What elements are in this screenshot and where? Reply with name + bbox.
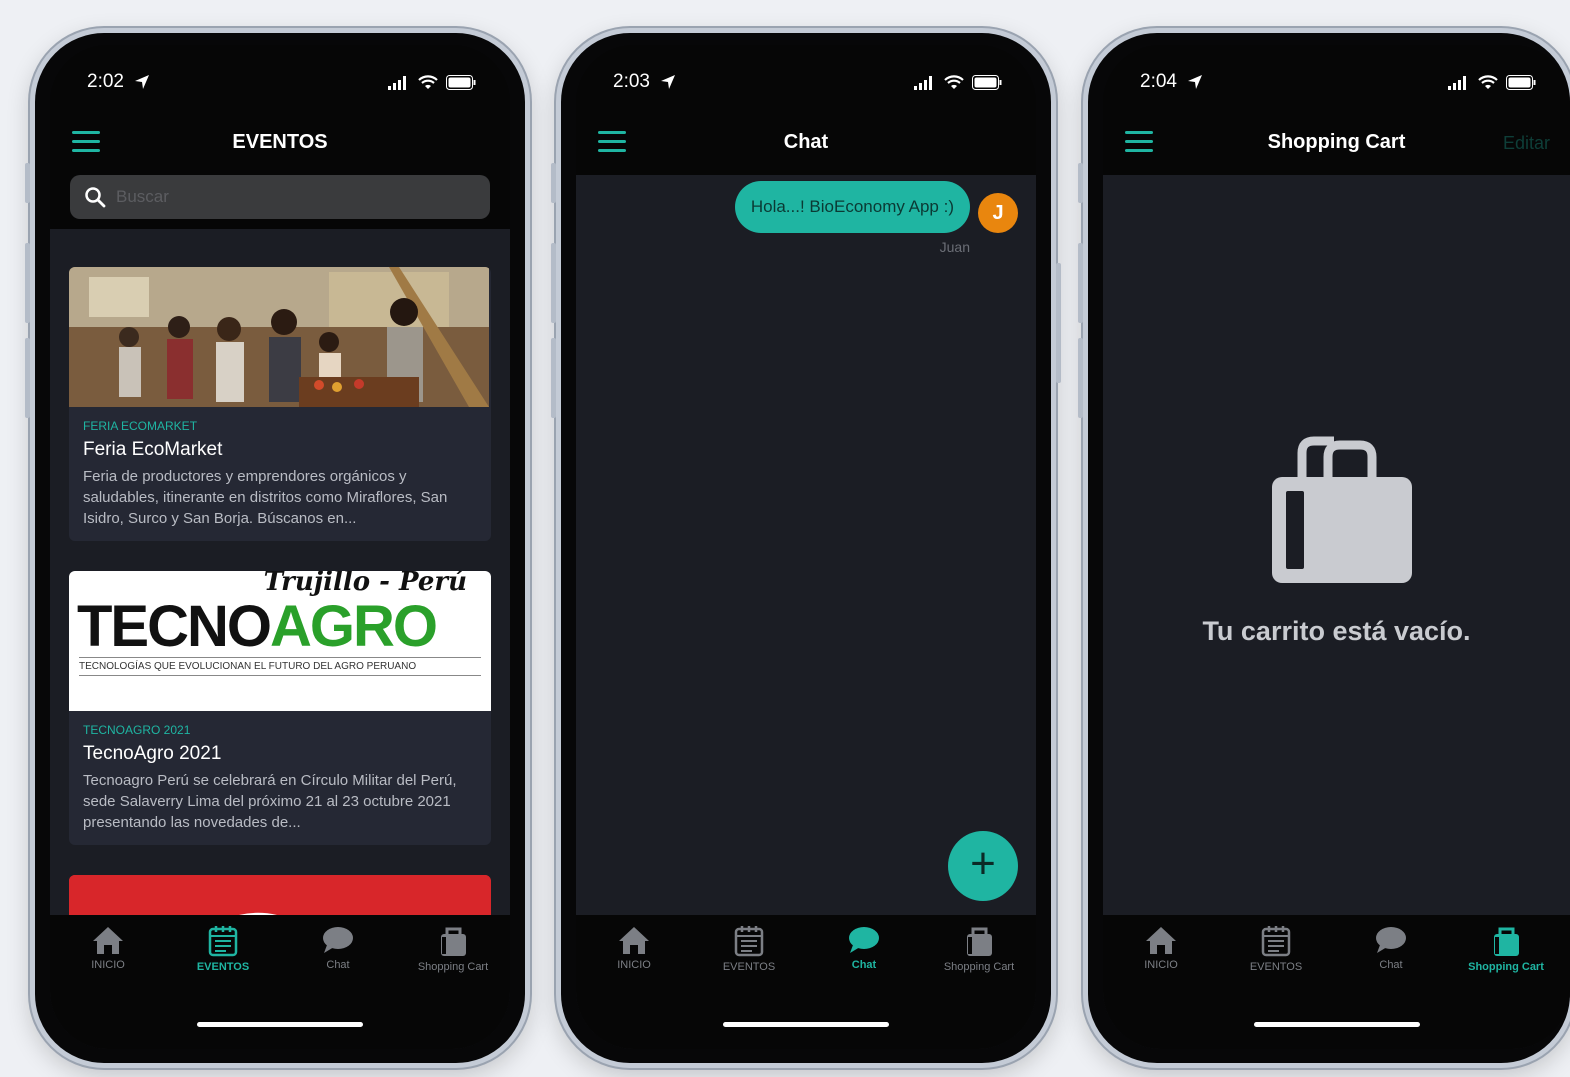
volume-down-button xyxy=(25,338,30,418)
tab-chat[interactable]: Chat xyxy=(1333,925,1449,971)
battery-icon xyxy=(1506,75,1536,90)
battery-icon xyxy=(446,75,476,90)
tab-bar: INICIO EVENTOS Chat Shopping Cart xyxy=(576,915,1036,1049)
status-bar: 2:04 xyxy=(1103,71,1570,99)
tab-inicio[interactable]: INICIO xyxy=(50,925,166,971)
avatar[interactable]: J xyxy=(978,193,1018,233)
event-description: Feria de productores y emprendores orgán… xyxy=(83,468,448,527)
screen: 2:04 Shopping Cart Editar Tu carrito est… xyxy=(1103,45,1570,1049)
signal-icon xyxy=(914,75,932,90)
nav-header: Chat xyxy=(576,117,1036,169)
home-indicator[interactable] xyxy=(197,1022,363,1027)
message-bubble[interactable]: Hola...! BioEconomy App :) xyxy=(734,181,970,233)
tab-eventos[interactable]: EVENTOS xyxy=(691,925,807,973)
signal-icon xyxy=(388,75,406,90)
status-time: 2:02 xyxy=(87,71,124,92)
home-icon xyxy=(1146,927,1176,954)
battery-icon xyxy=(972,75,1002,90)
page-title: Chat xyxy=(783,131,829,153)
event-card[interactable]: Trujillo - Perú TECNOAGRO TECNOLOGÍAS QU… xyxy=(69,571,491,845)
volume-up-button xyxy=(1078,243,1083,323)
chat-bubble-icon xyxy=(849,927,879,953)
mute-switch xyxy=(1078,163,1083,203)
tecnoagro-logo: Trujillo - Perú TECNOAGRO TECNOLOGÍAS QU… xyxy=(69,571,491,711)
location-arrow-icon xyxy=(661,75,675,89)
chat-bubble-icon xyxy=(323,927,353,953)
tab-eventos[interactable]: EVENTOS xyxy=(165,925,281,973)
volume-down-button xyxy=(1078,338,1083,418)
search-icon xyxy=(85,187,106,208)
mute-switch xyxy=(25,163,30,203)
event-photo-logo xyxy=(69,875,491,915)
tab-bar: INICIO EVENTOS Chat Shopping Cart xyxy=(1103,915,1570,1049)
events-list[interactable]: FERIA ECOMARKET Feria EcoMarket Feria de… xyxy=(50,229,510,915)
status-time: 2:04 xyxy=(1140,71,1177,92)
mute-switch xyxy=(551,163,556,203)
event-tag: FERIA ECOMARKET xyxy=(83,419,198,433)
volume-up-button xyxy=(551,243,556,323)
chat-content: Hola...! BioEconomy App :) J Juan + INIC… xyxy=(576,175,1036,1049)
event-photo-market xyxy=(69,267,491,407)
tab-bar: INICIO EVENTOS Chat Shopping Cart xyxy=(50,915,510,1049)
wifi-icon xyxy=(418,75,438,89)
volume-up-button xyxy=(25,243,30,323)
message-sender: Juan xyxy=(939,239,970,255)
event-card[interactable] xyxy=(69,875,491,915)
tab-eventos[interactable]: EVENTOS xyxy=(1218,925,1334,973)
phone-eventos: 2:02 EVENTOS Buscar FERIA ECOMARKET Feri… xyxy=(25,28,530,1068)
home-icon xyxy=(619,927,649,954)
calendar-icon xyxy=(1261,926,1291,957)
location-arrow-icon xyxy=(135,75,149,89)
edit-button[interactable]: Editar xyxy=(1503,133,1550,154)
power-button xyxy=(1056,263,1061,383)
volume-down-button xyxy=(551,338,556,418)
tab-shopping-cart[interactable]: Shopping Cart xyxy=(395,925,510,973)
search-input[interactable] xyxy=(116,183,480,211)
shopping-bag-icon xyxy=(967,927,992,956)
search-bar[interactable] xyxy=(70,175,490,219)
home-icon xyxy=(93,927,123,954)
tab-inicio[interactable]: INICIO xyxy=(576,925,692,971)
calendar-icon xyxy=(734,926,764,957)
location-arrow-icon xyxy=(1188,75,1202,89)
shopping-bag-icon xyxy=(1494,927,1519,956)
wifi-icon xyxy=(1478,75,1498,89)
phone-shopping-cart: 2:04 Shopping Cart Editar Tu carrito est… xyxy=(1078,28,1570,1068)
tab-shopping-cart[interactable]: Shopping Cart xyxy=(1448,925,1564,973)
new-message-button[interactable]: + xyxy=(948,831,1018,901)
tab-inicio[interactable]: INICIO xyxy=(1103,925,1219,971)
tab-chat[interactable]: Chat xyxy=(280,925,396,971)
calendar-icon xyxy=(208,926,238,957)
signal-icon xyxy=(1448,75,1466,90)
home-indicator[interactable] xyxy=(1253,1022,1420,1027)
events-content: FERIA ECOMARKET Feria EcoMarket Feria de… xyxy=(50,229,510,1049)
event-title: Feria EcoMarket xyxy=(83,439,223,460)
screen: 2:02 EVENTOS Buscar FERIA ECOMARKET Feri… xyxy=(50,45,510,1049)
nav-header: EVENTOS xyxy=(50,117,510,169)
status-time: 2:03 xyxy=(613,71,650,92)
wifi-icon xyxy=(944,75,964,89)
chat-bubble-icon xyxy=(1376,927,1406,953)
home-indicator[interactable] xyxy=(723,1022,889,1027)
status-bar: 2:03 xyxy=(576,71,1036,99)
tab-chat[interactable]: Chat xyxy=(806,925,922,971)
tab-shopping-cart[interactable]: Shopping Cart xyxy=(921,925,1036,973)
cart-content: Tu carrito está vacío. INICIO EVENTOS Ch… xyxy=(1103,175,1570,1049)
event-title: TecnoAgro 2021 xyxy=(83,743,222,764)
phone-chat: 2:03 Chat Hola...! BioEconomy App :) J J… xyxy=(551,28,1061,1068)
empty-cart-message: Tu carrito está vacío. xyxy=(1202,616,1471,646)
nav-header: Shopping Cart Editar xyxy=(1103,117,1570,169)
event-tag: TECNOAGRO 2021 xyxy=(83,723,191,737)
shopping-bag-icon xyxy=(441,927,466,956)
status-bar: 2:02 xyxy=(50,71,510,99)
empty-cart-state: Tu carrito está vacío. xyxy=(1103,435,1570,647)
event-card[interactable]: FERIA ECOMARKET Feria EcoMarket Feria de… xyxy=(69,267,491,541)
page-title: Shopping Cart xyxy=(1267,131,1406,153)
page-title: EVENTOS xyxy=(232,131,328,153)
event-description: Tecnoagro Perú se celebrará en Círculo M… xyxy=(83,772,457,831)
shopping-bag-icon xyxy=(1271,436,1412,583)
screen: 2:03 Chat Hola...! BioEconomy App :) J J… xyxy=(576,45,1036,1049)
